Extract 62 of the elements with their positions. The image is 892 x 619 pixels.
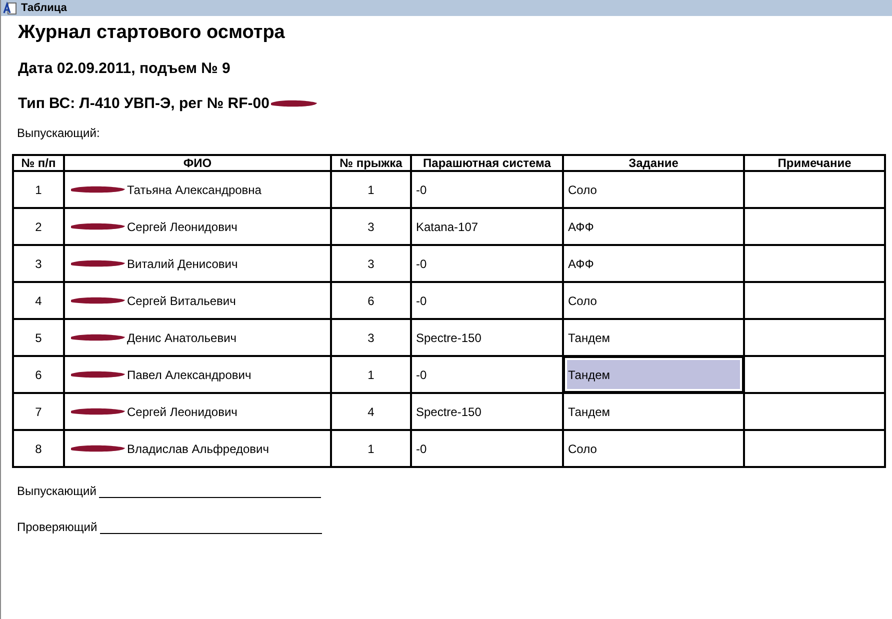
table-cell: 5 — [13, 319, 64, 356]
table-cell[interactable]: Соло — [563, 282, 744, 319]
table-cell: Spectre-150 — [411, 319, 563, 356]
name-text: Денис Анатольевич — [127, 330, 237, 344]
column-header: ФИО — [64, 155, 331, 171]
table-cell: 7 — [13, 393, 64, 430]
name-text: Виталий Денисович — [127, 256, 238, 270]
name-text: Сергей Леонидович — [127, 404, 238, 418]
redaction-mark — [69, 332, 127, 343]
redaction-mark — [69, 406, 127, 417]
table-cell[interactable]: АФФ — [563, 245, 744, 282]
releaser-label: Выпускающий: — [17, 126, 100, 140]
table-cell: 8 — [13, 430, 64, 467]
name-text: Сергей Леонидович — [127, 220, 238, 234]
table-cell: 2 — [13, 208, 64, 245]
name-text: Татьяна Александровна — [127, 182, 262, 196]
table-cell: Spectre-150 — [411, 393, 563, 430]
column-header: № п/п — [13, 155, 64, 171]
report-title: Журнал стартового осмотра — [18, 22, 285, 45]
window-title: Таблица — [21, 2, 67, 14]
column-header: Задание — [563, 155, 744, 171]
table-cell: 6 — [331, 282, 411, 319]
selected-cell[interactable]: Тандем — [563, 356, 744, 393]
table-cell: -0 — [411, 171, 563, 208]
table-cell: 3 — [331, 208, 411, 245]
column-header: № прыжка — [331, 155, 411, 171]
document-icon — [3, 1, 17, 15]
redaction-mark — [69, 221, 127, 232]
table-cell: 3 — [331, 245, 411, 282]
redaction-mark — [69, 295, 127, 306]
date-line: Дата 02.09.2011, подъем № 9 — [18, 60, 230, 77]
signature-label: Выпускающий — [17, 484, 96, 498]
redaction-mark — [69, 369, 127, 380]
table-cell: 1 — [331, 430, 411, 467]
table-cell: 3 — [13, 245, 64, 282]
name-text: Сергей Витальевич — [127, 294, 236, 308]
column-header: Примечание — [744, 155, 885, 171]
name-text: Владислав Альфредович — [127, 442, 269, 456]
table-cell[interactable]: Соло — [563, 430, 744, 467]
table-cell: Katana-107 — [411, 208, 563, 245]
name-text: Павел Александрович — [127, 368, 252, 382]
table-cell[interactable]: Тандем — [563, 393, 744, 430]
aircraft-line: Тип ВС: Л-410 УВП-Э, рег № RF-00 — [18, 95, 270, 112]
redaction-mark — [69, 258, 127, 269]
table-cell: 4 — [13, 282, 64, 319]
table-cell: -0 — [411, 430, 563, 467]
column-header: Парашютная система — [411, 155, 563, 171]
table-cell: -0 — [411, 356, 563, 393]
signature-label: Проверяющий — [17, 520, 98, 534]
table-cell[interactable]: АФФ — [563, 208, 744, 245]
table-cell: 1 — [331, 171, 411, 208]
table-cell: 1 — [13, 171, 64, 208]
table-cell[interactable]: Соло — [563, 171, 744, 208]
redaction-mark — [69, 443, 127, 454]
table-cell: -0 — [411, 282, 563, 319]
table-cell: 1 — [331, 356, 411, 393]
redaction-mark — [269, 98, 320, 109]
table-cell: -0 — [411, 245, 563, 282]
table-cell: 3 — [331, 319, 411, 356]
table-cell: 4 — [331, 393, 411, 430]
redaction-mark — [69, 184, 127, 195]
table-cell: 6 — [13, 356, 64, 393]
